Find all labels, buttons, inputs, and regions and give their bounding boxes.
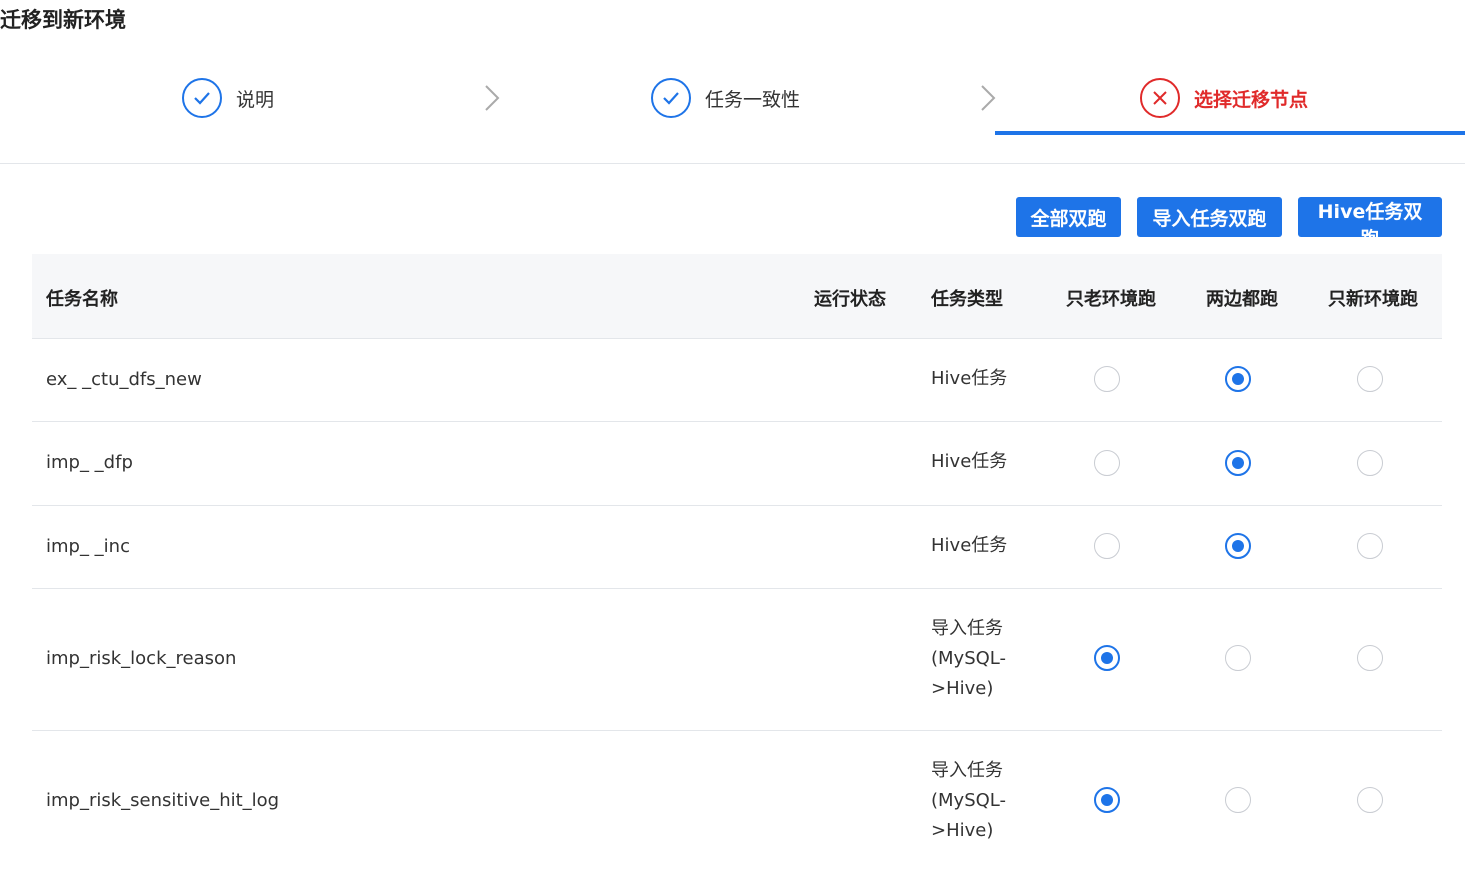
table-row: imp_ _dfp Hive任务 [32, 422, 1442, 506]
radio-old-only[interactable] [1094, 645, 1120, 671]
radio-new-only[interactable] [1357, 366, 1383, 392]
radio-new-only[interactable] [1357, 645, 1383, 671]
task-name: imp_ _dfp [46, 452, 133, 473]
table-row: ex_ _ctu_dfs_new Hive任务 [32, 339, 1442, 422]
radio-new-only[interactable] [1357, 450, 1383, 476]
active-step-indicator [995, 131, 1465, 135]
task-name: imp_risk_sensitive_hit_log [46, 790, 280, 811]
radio-old-only[interactable] [1094, 450, 1120, 476]
header-new-only: 只新环境跑 [1328, 289, 1418, 310]
task-name: imp_ _inc [46, 536, 130, 557]
radio-both[interactable] [1225, 645, 1251, 671]
radio-new-only[interactable] [1357, 787, 1383, 813]
page-title: 迁移到新环境 [0, 8, 126, 32]
step-label: 任务一致性 [705, 88, 801, 111]
table-row: imp_risk_sensitive_hit_log 导入任务 (MySQL- … [32, 731, 1442, 870]
all-dual-run-button[interactable]: 全部双跑 [1016, 197, 1121, 237]
task-type: 导入任务 (MySQL- >Hive) [931, 614, 1006, 704]
table-header: 任务名称 运行状态 任务类型 只老环境跑 两边都跑 只新环境跑 [32, 254, 1442, 339]
step-task-consistency[interactable]: 任务一致性 [651, 78, 800, 118]
header-run-status: 运行状态 [814, 289, 886, 310]
header-task-name: 任务名称 [46, 289, 118, 310]
task-type-line: (MySQL- [931, 648, 1007, 669]
table-row: imp_risk_lock_reason 导入任务 (MySQL- >Hive) [32, 589, 1442, 731]
task-type-line: (MySQL- [931, 790, 1007, 811]
radio-both[interactable] [1225, 366, 1251, 392]
radio-old-only[interactable] [1094, 366, 1120, 392]
header-task-type: 任务类型 [931, 289, 1003, 310]
import-dual-run-button[interactable]: 导入任务双跑 [1137, 197, 1282, 237]
step-label: 选择迁移节点 [1194, 88, 1309, 111]
task-type-line: >Hive) [931, 678, 994, 699]
task-type-line: >Hive) [931, 820, 994, 841]
step-description[interactable]: 说明 [182, 78, 274, 118]
radio-both[interactable] [1225, 533, 1251, 559]
header-old-only: 只老环境跑 [1066, 289, 1156, 310]
radio-old-only[interactable] [1094, 787, 1120, 813]
header-both: 两边都跑 [1206, 289, 1278, 310]
steps-bar: 说明 任务一致性 选择迁移节点 [0, 58, 1465, 164]
hive-dual-run-button[interactable]: Hive任务双跑 [1298, 197, 1442, 250]
task-type: Hive任务 [931, 535, 1008, 556]
task-name: imp_risk_lock_reason [46, 648, 237, 669]
step-select-migration-nodes[interactable]: 选择迁移节点 [1140, 78, 1308, 118]
task-name: ex_ _ctu_dfs_new [46, 369, 202, 390]
check-icon [651, 78, 691, 118]
close-icon [1140, 78, 1180, 118]
chevron-right-icon [981, 85, 996, 111]
check-icon [182, 78, 222, 118]
radio-both[interactable] [1225, 450, 1251, 476]
task-type: Hive任务 [931, 368, 1008, 389]
radio-old-only[interactable] [1094, 533, 1120, 559]
chevron-right-icon [485, 85, 500, 111]
task-type-line: 导入任务 [931, 760, 1003, 781]
task-type: Hive任务 [931, 451, 1008, 472]
step-label: 说明 [236, 88, 275, 111]
table-row: imp_ _inc Hive任务 [32, 506, 1442, 589]
task-type: 导入任务 (MySQL- >Hive) [931, 756, 1006, 846]
radio-new-only[interactable] [1357, 533, 1383, 559]
task-type-line: 导入任务 [931, 618, 1003, 639]
task-table: 任务名称 运行状态 任务类型 只老环境跑 两边都跑 只新环境跑 ex_ _ctu… [32, 254, 1442, 870]
radio-both[interactable] [1225, 787, 1251, 813]
